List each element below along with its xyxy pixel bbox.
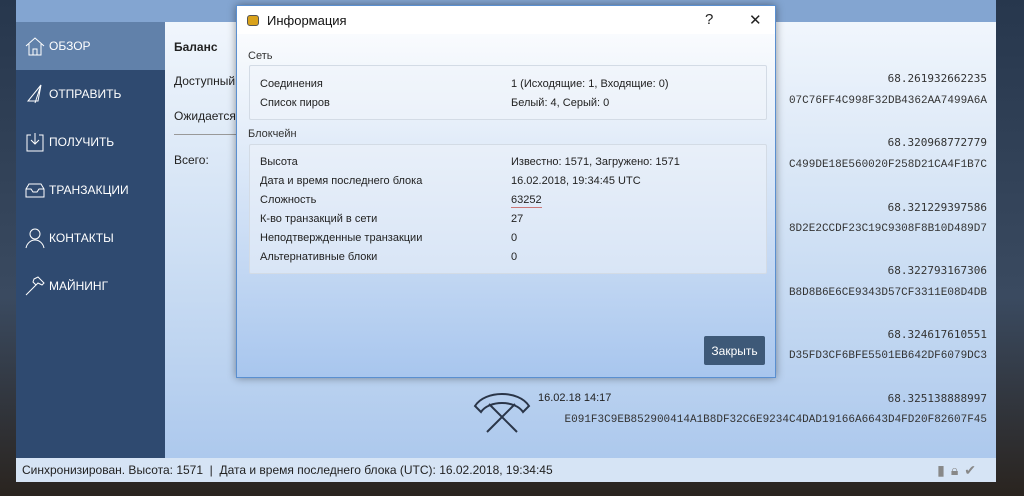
- balance-title: Баланс: [174, 40, 218, 54]
- sidebar-item-label: ОБЗОР: [49, 39, 91, 53]
- hammer-icon: [25, 276, 45, 296]
- info-label: Высота: [260, 156, 298, 168]
- help-button[interactable]: ?: [705, 11, 713, 28]
- tx-hash: E091F3C9EB852900414A1B8DF32C6E9234C4DAD1…: [564, 414, 987, 426]
- info-value: Белый: 4, Серый: 0: [511, 97, 610, 109]
- info-label: Список пиров: [260, 97, 330, 109]
- close-x-button[interactable]: ✕: [749, 11, 762, 29]
- status-bar: Синхронизирован. Высота: 1571 | Дата и в…: [16, 458, 996, 482]
- total-label: Всего:: [174, 153, 209, 167]
- info-value: 0: [511, 232, 518, 244]
- tx-date: 16.02.18 14:17: [538, 392, 612, 404]
- inbox-icon: [25, 183, 45, 198]
- tx-amount: 68.325138888997: [887, 392, 987, 405]
- lock-icon: 🔒︎: [950, 462, 959, 478]
- tx-hash: D35FD3CF6BFE5501EB642DF6079DC3: [788, 350, 987, 362]
- sidebar-item-label: ПОЛУЧИТЬ: [49, 135, 115, 149]
- sidebar-item-receive[interactable]: ПОЛУЧИТЬ: [16, 118, 165, 166]
- tx-amount: 68.321229397586: [887, 201, 987, 214]
- user-icon: [25, 228, 45, 249]
- network-section-title: Сеть: [248, 50, 273, 62]
- network-group: Соединения 1 (Исходящие: 1, Входящие: 0) …: [249, 65, 767, 120]
- tx-amount: 68.320968772779: [887, 136, 987, 149]
- sidebar-item-label: ТРАНЗАКЦИИ: [49, 183, 129, 197]
- receive-icon: [26, 133, 44, 152]
- info-label: Соединения: [260, 78, 323, 90]
- sidebar-item-label: МАЙНИНГ: [49, 279, 109, 293]
- sidebar-item-transactions[interactable]: ТРАНЗАКЦИИ: [16, 166, 165, 214]
- pending-label: Ожидается:: [174, 109, 240, 123]
- info-value: 1 (Исходящие: 1, Входящие: 0): [511, 78, 669, 90]
- info-value: 27: [511, 213, 524, 225]
- available-label: Доступный: [174, 74, 236, 88]
- checkmark-icon: ✔: [964, 462, 976, 478]
- tx-amount: 68.324617610551: [887, 328, 987, 341]
- close-button[interactable]: Закрыть: [704, 336, 765, 365]
- sidebar-item-label: КОНТАКТЫ: [49, 231, 114, 245]
- tx-hash: 8D2E2CCDF23C19C9308F8B10D489D7: [788, 223, 987, 235]
- sync-status: Синхронизирован. Высота: 1571 | Дата и в…: [22, 463, 553, 477]
- blockchain-section-title: Блокчейн: [248, 128, 297, 140]
- sidebar-item-mining[interactable]: МАЙНИНГ: [16, 262, 165, 310]
- sidebar: ОБЗОР ОТПРАВИТЬ ПОЛУЧИТЬ ТРАНЗАКЦИИ КОНТ…: [16, 22, 165, 458]
- tx-amount: 68.322793167306: [887, 264, 987, 277]
- info-value: 0: [511, 251, 518, 263]
- signal-icon: ▮: [937, 462, 945, 478]
- info-value: 16.02.2018, 19:34:45 UTC: [511, 175, 641, 187]
- tx-hash: 07C76FF4C998F32DB4362AA7499A6A: [788, 95, 987, 107]
- app-icon: [247, 14, 259, 26]
- divider: [174, 134, 244, 135]
- tx-hash: B8D8B6E6CE9343D57CF3311E08D4DB: [788, 287, 987, 299]
- info-label: Альтернативные блоки: [260, 251, 378, 263]
- info-label: Дата и время последнего блока: [260, 175, 423, 187]
- info-dialog: Информация ? ✕ Сеть Соединения 1 (Исходящ…: [236, 5, 776, 378]
- home-icon: [25, 37, 45, 56]
- sidebar-item-overview[interactable]: ОБЗОР: [16, 22, 165, 70]
- sidebar-item-contacts[interactable]: КОНТАКТЫ: [16, 214, 165, 262]
- info-label: Сложность: [260, 194, 317, 206]
- tx-amount: 68.261932662235: [887, 72, 987, 85]
- sidebar-item-send[interactable]: ОТПРАВИТЬ: [16, 70, 165, 118]
- tx-hash: C499DE18E560020F258D21CA4F1B7C: [788, 159, 987, 171]
- info-value: Известно: 1571, Загружено: 1571: [511, 156, 680, 168]
- dialog-title: Информация: [267, 12, 347, 28]
- sidebar-item-label: ОТПРАВИТЬ: [49, 87, 122, 101]
- blockchain-group: Высота Известно: 1571, Загружено: 1571 Да…: [249, 144, 767, 274]
- mining-icon: [473, 393, 531, 433]
- info-value: 63252: [511, 194, 542, 208]
- dialog-title-bar: Информация: [237, 6, 775, 34]
- send-icon: [26, 84, 42, 104]
- info-label: К-во транзакций в сети: [260, 213, 378, 225]
- info-label: Неподтвержденные транзакции: [260, 232, 423, 244]
